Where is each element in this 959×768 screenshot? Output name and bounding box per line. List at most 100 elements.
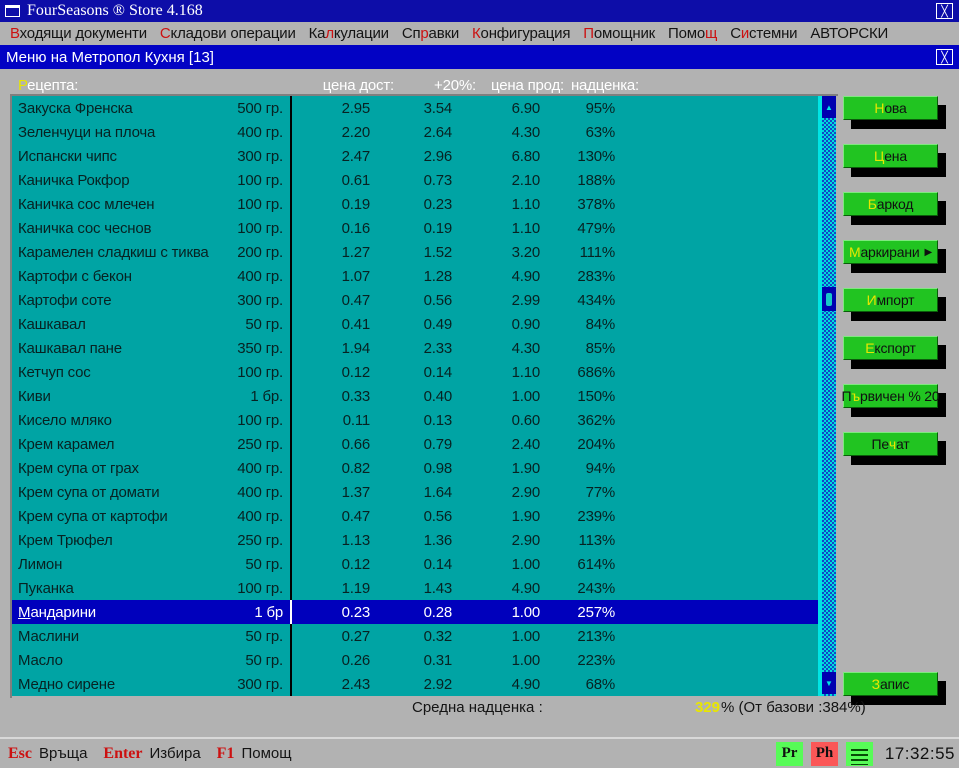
menu-item-konfiguracia[interactable]: Конфигурация (472, 25, 570, 42)
menu-item-kalkulacii[interactable]: Калкулации (309, 25, 389, 42)
cena-button[interactable]: Цена (843, 144, 938, 168)
table-row[interactable]: Крем супа от грах400 гр.0.820.981.9094% (12, 456, 818, 480)
vertical-scrollbar[interactable]: ▲ ▼ (822, 96, 836, 696)
scrollbar-thumb[interactable] (822, 287, 836, 311)
pechat-button[interactable]: Печат (843, 432, 938, 456)
list-icon[interactable] (846, 742, 873, 766)
table-row[interactable]: Медно сирене300 гр.2.432.924.9068% (12, 672, 818, 696)
menu-bar: Входящи документи Складови операции Калкул… (0, 22, 959, 45)
cell-quantity: 250 гр. (217, 532, 283, 549)
window-title: Меню на Метропол Кухня [13] (6, 49, 214, 66)
table-row[interactable]: Картофи соте300 гр.0.470.562.99434% (12, 288, 818, 312)
cell-sell-price: 2.10 (452, 172, 540, 189)
table-row[interactable]: Карамелен сладкиш с тиква200 гр.1.271.52… (12, 240, 818, 264)
window-close-icon[interactable]: ╳ (936, 49, 953, 65)
table-row[interactable]: Крем супа от картофи400 гр.0.470.561.902… (12, 504, 818, 528)
cell-markup: 243% (540, 580, 615, 597)
menu-item-spravki[interactable]: Справки (402, 25, 459, 42)
phone-indicator[interactable]: Ph (811, 742, 838, 766)
cell-markup: 479% (540, 220, 615, 237)
scroll-down-icon[interactable]: ▼ (822, 672, 836, 694)
cell-cost: 0.23 (292, 604, 370, 621)
table-row[interactable]: Картофи с бекон400 гр.1.071.284.90283% (12, 264, 818, 288)
cell-recipe-name: Мандарини (12, 604, 217, 621)
cell-quantity: 100 гр. (217, 412, 283, 429)
menu-item-pomoshtnik[interactable]: Помощник (583, 25, 655, 42)
menu-item-sistemni[interactable]: Системни (730, 25, 797, 42)
table-row[interactable]: Маслини50 гр.0.270.321.00213% (12, 624, 818, 648)
table-row[interactable]: Каничка сос млечен100 гр.0.190.231.10378… (12, 192, 818, 216)
menu-item-avtorski[interactable]: АВТОРСКИ (810, 25, 888, 42)
table-row[interactable]: Пуканка100 гр.1.191.434.90243% (12, 576, 818, 600)
cell-recipe-name: Медно сирене (12, 676, 217, 693)
table-row[interactable]: Зеленчуци на плоча400 гр.2.202.644.3063% (12, 120, 818, 144)
printer-indicator[interactable]: Pr (776, 742, 803, 766)
cell-cost: 1.19 (292, 580, 370, 597)
table-row[interactable]: Кашкавал50 гр.0.410.490.9084% (12, 312, 818, 336)
table-row[interactable]: Масло50 гр.0.260.311.00223% (12, 648, 818, 672)
table-row[interactable]: Крем Трюфел250 гр.1.131.362.90113% (12, 528, 818, 552)
cell-markup: 434% (540, 292, 615, 309)
hint-action: Избира (150, 745, 201, 762)
cell-sell-price: 4.90 (452, 580, 540, 597)
cell-sell-price: 2.90 (452, 532, 540, 549)
app-close-icon[interactable]: ╳ (936, 3, 953, 19)
cell-plus20: 0.56 (370, 292, 452, 309)
hint-key: Esc (8, 745, 32, 763)
cell-markup: 188% (540, 172, 615, 189)
cell-quantity: 400 гр. (217, 508, 283, 525)
table-row[interactable]: Мандарини1 бр0.230.281.00257% (12, 600, 818, 624)
table-row[interactable]: Кашкавал пане350 гр.1.942.334.3085% (12, 336, 818, 360)
action-buttons: Нова Цена Баркод Маркирани▶ Импорт Експорт Пър… (843, 96, 943, 696)
cell-sell-price: 6.80 (452, 148, 540, 165)
menu-item-pomosht[interactable]: Помощ (668, 25, 717, 42)
cell-plus20: 0.14 (370, 364, 452, 381)
nova-button[interactable]: Нова (843, 96, 938, 120)
scroll-up-icon[interactable]: ▲ (822, 96, 836, 118)
barkod-button[interactable]: Баркод (843, 192, 938, 216)
import-button[interactable]: Импорт (843, 288, 938, 312)
table-row[interactable]: Крем карамел250 гр.0.660.792.40204% (12, 432, 818, 456)
table-row[interactable]: Каничка Рокфор100 гр.0.610.732.10188% (12, 168, 818, 192)
table-row[interactable]: Крем супа от домати400 гр.1.371.642.9077… (12, 480, 818, 504)
column-divider (283, 216, 292, 240)
table-row[interactable]: Каничка сос чеснов100 гр.0.160.191.10479… (12, 216, 818, 240)
column-divider (283, 504, 292, 528)
cell-plus20: 2.33 (370, 340, 452, 357)
table-row[interactable]: Испански чипс300 гр.2.472.966.80130% (12, 144, 818, 168)
markirani-button[interactable]: Маркирани▶ (843, 240, 938, 264)
table-row[interactable]: Кетчуп сос100 гр.0.120.141.10686% (12, 360, 818, 384)
cell-markup: 213% (540, 628, 615, 645)
cell-recipe-name: Масло (12, 652, 217, 669)
table-row[interactable]: Киви1 бр.0.330.401.00150% (12, 384, 818, 408)
cell-sell-price: 1.00 (452, 604, 540, 621)
menu-item-vhodyashti-dokumenti[interactable]: Входящи документи (10, 25, 147, 42)
column-divider (283, 336, 292, 360)
table-row[interactable]: Кисело мляко100 гр.0.110.130.60362% (12, 408, 818, 432)
app-title: FourSeasons ® Store 4.168 (27, 2, 203, 20)
column-divider (283, 624, 292, 648)
table-row[interactable]: Лимон50 гр.0.120.141.00614% (12, 552, 818, 576)
cell-cost: 1.37 (292, 484, 370, 501)
parvichen-button[interactable]: Първичен % 20 (843, 384, 938, 408)
cell-recipe-name: Карамелен сладкиш с тиква (12, 244, 217, 261)
eksport-button[interactable]: Експорт (843, 336, 938, 360)
cell-quantity: 200 гр. (217, 244, 283, 261)
cell-markup: 362% (540, 412, 615, 429)
window-titlebar: Меню на Метропол Кухня [13] ╳ (0, 45, 959, 69)
cell-recipe-name: Испански чипс (12, 148, 217, 165)
table-row[interactable]: Закуска Френска500 гр.2.953.546.9095% (12, 96, 818, 120)
cell-cost: 1.27 (292, 244, 370, 261)
cell-plus20: 0.79 (370, 436, 452, 453)
cell-quantity: 50 гр. (217, 556, 283, 573)
column-divider (283, 144, 292, 168)
cell-sell-price: 1.10 (452, 364, 540, 381)
zapis-button[interactable]: Запис (843, 672, 938, 696)
cell-plus20: 0.23 (370, 196, 452, 213)
menu-item-skladovi-operacii[interactable]: Складови операции (160, 25, 296, 42)
cell-quantity: 400 гр. (217, 268, 283, 285)
avg-markup-suffix: % (От базови :384%) (721, 699, 866, 716)
cell-recipe-name: Кашкавал пане (12, 340, 217, 357)
column-divider (283, 408, 292, 432)
cell-recipe-name: Кетчуп сос (12, 364, 217, 381)
